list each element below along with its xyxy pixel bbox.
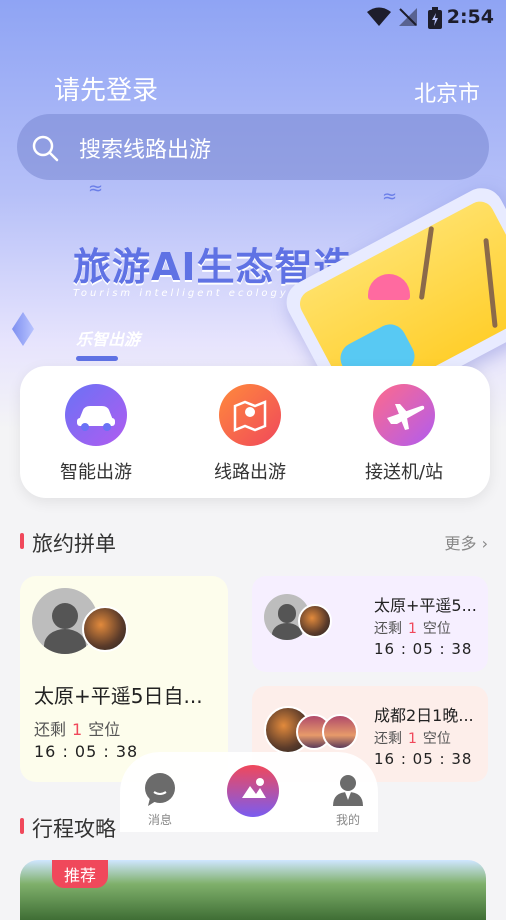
city-selector[interactable]: 北京市: [414, 76, 480, 108]
menu-airport-transfer[interactable]: 接送机/站: [334, 384, 474, 484]
banner-subtitle: Tourism intelligent ecology: [73, 288, 289, 299]
map-pin-icon: [233, 400, 267, 432]
search-icon: [32, 135, 59, 162]
section-title-group-trips: 旅约拼单: [32, 532, 116, 556]
trip-card[interactable]: 太原+平遥5... 还剩 1 空位 16 : 05 : 38: [252, 576, 488, 672]
trip-countdown: 16 : 05 : 38: [374, 750, 473, 768]
menu-label: 线路出游: [214, 462, 286, 483]
menu-label: 接送机/站: [364, 462, 444, 483]
quick-menu-card: 智能出游 线路出游 接送机/站: [20, 366, 490, 498]
login-link[interactable]: 请先登录: [54, 70, 158, 107]
airplane-icon: [387, 404, 425, 430]
recommend-badge: 推荐: [52, 860, 109, 888]
banner-tag: 乐智出游: [76, 330, 141, 349]
home-travel-icon: [227, 765, 279, 817]
nav-profile[interactable]: 我的: [326, 772, 370, 828]
section-marker: [20, 818, 24, 834]
message-icon: [145, 773, 175, 806]
menu-smart-travel[interactable]: 智能出游: [26, 384, 166, 484]
nav-home[interactable]: [226, 764, 280, 821]
search-placeholder: 搜索线路出游: [79, 138, 212, 163]
trip-title: 太原+平遥5日自...: [34, 684, 203, 708]
trip-countdown: 16 : 05 : 38: [374, 640, 473, 658]
avatar: [82, 606, 128, 652]
section-marker: [20, 533, 24, 549]
nav-label: 我的: [335, 813, 360, 827]
wave-decoration-icon: ≈: [382, 186, 397, 207]
signal-off-icon: [399, 8, 417, 26]
status-time: 2:54: [446, 6, 494, 28]
wifi-icon: [367, 7, 391, 26]
user-icon: [333, 775, 363, 806]
avatar: [322, 714, 358, 750]
trip-seats: 还剩 1 空位: [374, 731, 451, 747]
battery-icon: [428, 7, 442, 29]
trip-countdown: 16 : 05 : 38: [34, 742, 139, 761]
car-icon: [77, 406, 115, 431]
search-bar[interactable]: 搜索线路出游: [17, 114, 489, 180]
trip-seats: 还剩 1 空位: [374, 621, 451, 637]
section-title-guides: 行程攻略: [32, 817, 116, 841]
menu-label: 智能出游: [60, 462, 132, 483]
wave-decoration-icon: ≈: [88, 178, 103, 199]
nav-label: 消息: [147, 813, 172, 827]
crystal-decoration-icon: [12, 312, 34, 346]
nav-messages[interactable]: 消息: [138, 772, 182, 828]
trip-title: 太原+平遥5...: [374, 596, 477, 615]
more-link[interactable]: 更多 ›: [445, 530, 489, 554]
menu-route-travel[interactable]: 线路出游: [180, 384, 320, 484]
trip-seats: 还剩 1 空位: [34, 720, 121, 739]
trip-title: 成都2日1晚...: [374, 706, 474, 725]
avatar: [298, 604, 332, 638]
banner-underline: [76, 356, 118, 361]
status-bar: 2:54: [0, 0, 506, 34]
bottom-nav: 消息 我的: [120, 752, 378, 832]
